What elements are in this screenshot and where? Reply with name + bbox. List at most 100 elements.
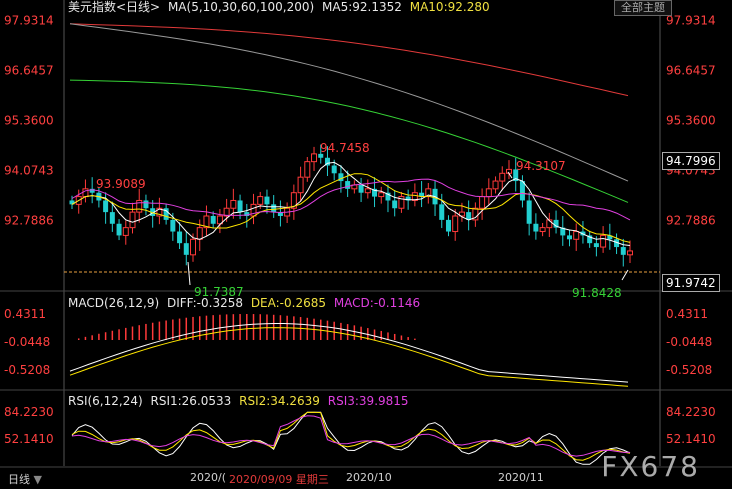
instrument-label: 美元指数<日线> (68, 0, 161, 14)
candle-body-down (566, 235, 572, 240)
candle-body-down (358, 184, 364, 193)
candle-body-up (452, 215, 459, 233)
macd-axis-label: -0.0448 (666, 335, 712, 349)
candle-body-down (345, 181, 351, 189)
main-header: 美元指数<日线> MA(5,10,30,60,100,200) MA5:92.1… (68, 0, 494, 14)
candle-body-down (526, 200, 532, 224)
candle-body-down (533, 223, 539, 232)
candle-body-down (331, 165, 337, 174)
candle-body-up (539, 227, 546, 233)
rsi-axis-label: 52.1410 (666, 432, 716, 446)
price-annotation: 93.9089 (96, 177, 146, 191)
candle-body-up (573, 231, 580, 240)
candle-body-up (627, 250, 633, 256)
macd-left-axis-label: -0.0448 (4, 335, 50, 349)
candle-body-down (210, 216, 216, 224)
candle-body-up (190, 238, 197, 256)
date-cursor-label: 2020/09/09 星期三 (229, 473, 329, 486)
macd-params: MACD(26,12,9) (68, 296, 160, 310)
candle-body-up (304, 161, 311, 178)
ma10-line (71, 173, 631, 243)
candle-body-up (378, 192, 385, 198)
candle-body-up (600, 234, 607, 248)
left-axis-label: 97.9314 (4, 14, 54, 28)
ma200-line (69, 23, 629, 97)
last-price-box: 91.9742 (662, 274, 720, 292)
price-annotation: 94.7458 (320, 141, 370, 155)
macd-macd: MACD:-0.1146 (333, 296, 421, 310)
macd-diff: DIFF:-0.3258 (166, 296, 243, 310)
period-label: 日线 (8, 473, 30, 486)
rsi2-value: RSI2:34.2639 (239, 394, 320, 408)
left-axis-label: 92.7886 (4, 213, 54, 227)
rsi2-line (71, 411, 631, 461)
left-axis-label: 96.6457 (4, 64, 54, 78)
candle-body-down (109, 212, 115, 224)
crosshair-price-box: 94.7996 (662, 152, 720, 170)
watermark: FX678 (601, 450, 700, 483)
candle-body-down (143, 200, 149, 209)
candle-body-up (136, 199, 143, 213)
ma10-value: MA10:92.280 (409, 0, 490, 14)
candle-body-up (122, 227, 129, 236)
candle-body-down (237, 200, 243, 213)
price-annotation: 91.8428 (572, 286, 622, 300)
month-label-3: 2020/11 (498, 471, 544, 484)
rsi-left-axis-label: 52.1410 (4, 432, 54, 446)
candle-body-up (479, 196, 486, 209)
candle-body-up (230, 199, 237, 209)
candle-body-up (492, 180, 499, 190)
all-topics-button[interactable]: 全部主题 (614, 0, 672, 16)
candle-body-down (392, 200, 398, 209)
candle-body-down (103, 200, 109, 213)
macd-diff-line (69, 323, 629, 383)
candle-body-down (271, 204, 277, 213)
candle-body-up (364, 188, 371, 194)
month-label-2: 2020/10 (346, 471, 392, 484)
rsi3-value: RSI3:39.9815 (327, 394, 409, 408)
macd-axis-label: -0.5208 (666, 363, 712, 377)
right-axis-label: 95.3600 (666, 113, 716, 127)
candle-body-up (82, 188, 89, 198)
left-axis-label: 94.0743 (4, 163, 54, 177)
rsi1-line (71, 411, 631, 465)
candle-body-down (439, 204, 445, 220)
right-axis-label: 92.7886 (666, 213, 716, 227)
rsi1-value: RSI1:26.0533 (150, 394, 232, 408)
rsi-params: RSI(6,12,24) (68, 394, 143, 408)
candle-body-down (170, 219, 176, 232)
candle-body-down (183, 243, 189, 255)
candle-body-down (264, 196, 270, 205)
candle-body-down (593, 243, 599, 248)
price-annotation: 94.3107 (516, 159, 566, 173)
macd-left-axis-label: 0.4311 (4, 307, 46, 321)
period-tab[interactable]: 日线 ▼ (8, 471, 42, 487)
macd-left-axis-label: -0.5208 (4, 363, 50, 377)
ma5-value: MA5:92.1352 (322, 0, 402, 14)
macd-header: MACD(26,12,9) DIFF:-0.3258 DEA:-0.2685 M… (68, 296, 424, 310)
candle-body-up (196, 227, 203, 240)
chart-canvas: 97.9314 97.9314 96.6457 96.6457 95.3600 95.36… (0, 0, 732, 468)
candle-body-up (485, 188, 492, 198)
candle-body-down (177, 231, 183, 244)
rsi-axis-label: 84.2230 (666, 405, 716, 419)
ma100-line (69, 23, 629, 182)
candle-body-up (311, 153, 318, 163)
candle-body-up (297, 176, 304, 194)
candle-body-up (499, 172, 506, 182)
rsi-left-axis-label: 84.2230 (4, 405, 54, 419)
candle-body-down (445, 219, 451, 232)
ma-params: MA(5,10,30,60,100,200) (167, 0, 315, 14)
candle-body-down (116, 223, 122, 236)
right-axis-label: 96.6457 (666, 64, 716, 78)
candle-body-up (257, 196, 264, 205)
month-label-1: 2020/( (190, 471, 226, 484)
left-axis-label: 95.3600 (4, 113, 54, 127)
low-pointer-1 (187, 261, 191, 286)
macd-axis-label: 0.4311 (666, 307, 708, 321)
candle-body-down (620, 247, 626, 255)
right-axis-label: 97.9314 (666, 14, 716, 28)
candle-body-up (129, 211, 136, 229)
macd-dea: DEA:-0.2685 (250, 296, 326, 310)
macd-dea-line (69, 327, 629, 387)
